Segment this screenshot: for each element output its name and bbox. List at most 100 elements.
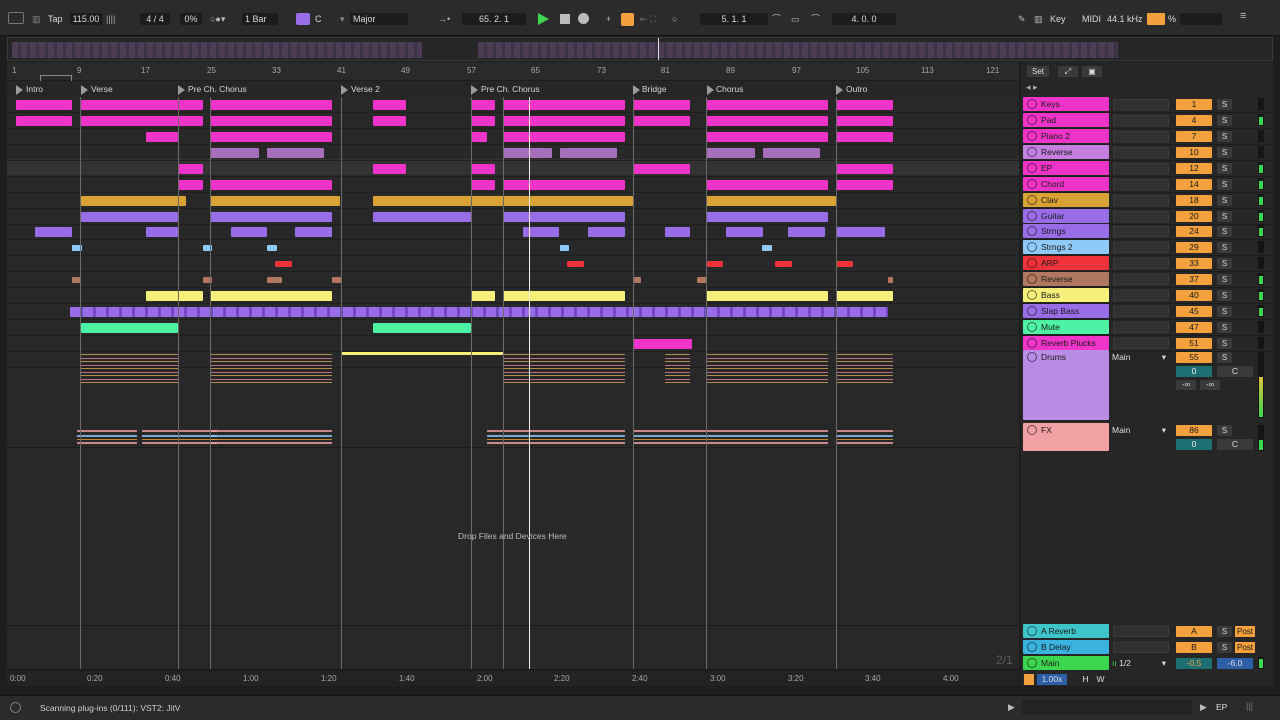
track-activator-icon[interactable] bbox=[1027, 115, 1037, 125]
back-to-arrangement-icon[interactable]: ⇤ ⛶ bbox=[640, 13, 656, 25]
play-small-icon[interactable]: ▶ bbox=[1008, 702, 1015, 713]
clip[interactable] bbox=[560, 148, 617, 158]
track-name[interactable]: Pad bbox=[1023, 113, 1109, 127]
track-activator-icon[interactable] bbox=[1027, 242, 1037, 252]
track-name[interactable]: Reverse bbox=[1023, 272, 1109, 286]
clip[interactable] bbox=[373, 323, 471, 333]
track-activator-icon[interactable] bbox=[1027, 147, 1037, 157]
track-activator-icon[interactable] bbox=[1027, 306, 1037, 316]
drum-clip[interactable] bbox=[81, 354, 178, 384]
clip[interactable] bbox=[81, 196, 186, 206]
track-name[interactable]: Bass bbox=[1023, 288, 1109, 302]
playhead[interactable] bbox=[529, 97, 530, 669]
clip[interactable] bbox=[836, 132, 893, 142]
stop-button[interactable] bbox=[560, 14, 570, 24]
set-button[interactable]: Set bbox=[1027, 66, 1049, 77]
send-a-field[interactable]: -∞ bbox=[1176, 380, 1196, 390]
track-name[interactable]: Piano 2 bbox=[1023, 129, 1109, 143]
track-activator-icon[interactable] bbox=[1027, 179, 1037, 189]
quantize-menu[interactable]: 1 Bar bbox=[242, 13, 278, 25]
midi-map-button[interactable]: MIDI bbox=[1082, 13, 1101, 25]
clip[interactable] bbox=[633, 164, 690, 174]
solo-button[interactable]: S bbox=[1217, 99, 1232, 110]
solo-button[interactable]: S bbox=[1217, 258, 1232, 269]
solo-button[interactable]: S bbox=[1217, 306, 1232, 317]
beat-ruler[interactable]: 1 9 17 25 33 41 49 57 65 73 81 89 97 105… bbox=[7, 62, 1019, 83]
lock-icon[interactable]: ▣ bbox=[1082, 66, 1102, 77]
fx-clip[interactable] bbox=[487, 430, 625, 446]
drum-clip[interactable] bbox=[706, 354, 828, 384]
clip[interactable] bbox=[788, 227, 825, 237]
track-name[interactable]: ARP bbox=[1023, 256, 1109, 270]
track-number[interactable]: 4 bbox=[1176, 115, 1212, 126]
track-activator-icon[interactable] bbox=[1027, 258, 1037, 268]
arrangement-view[interactable]: Drop Files and Devices Here 2/1 bbox=[7, 97, 1019, 669]
track-activator-icon[interactable] bbox=[1027, 658, 1037, 668]
track-io[interactable] bbox=[1113, 163, 1169, 174]
solo-button[interactable]: S bbox=[1217, 626, 1232, 637]
clip[interactable] bbox=[762, 245, 772, 251]
track-io[interactable] bbox=[1113, 626, 1169, 637]
fx-clip[interactable] bbox=[836, 430, 893, 446]
clip[interactable] bbox=[81, 100, 203, 110]
expand-icon[interactable]: ⤢ bbox=[1058, 66, 1078, 77]
track-io[interactable] bbox=[1113, 195, 1169, 206]
solo-button[interactable]: S bbox=[1217, 642, 1232, 653]
track-activator-icon[interactable] bbox=[1027, 131, 1037, 141]
nav-arrows-icon[interactable]: ◂ ▸ bbox=[1026, 82, 1038, 93]
track-io[interactable] bbox=[1113, 642, 1169, 653]
solo-button[interactable]: S bbox=[1217, 211, 1232, 222]
track-io[interactable] bbox=[1113, 322, 1169, 333]
track-io[interactable] bbox=[1113, 290, 1169, 301]
loop-icon[interactable]: ▭ bbox=[791, 13, 800, 25]
play-button[interactable] bbox=[538, 13, 549, 25]
solo-button[interactable]: S bbox=[1217, 352, 1232, 363]
clip[interactable] bbox=[267, 277, 282, 283]
automation-arm-icon[interactable] bbox=[621, 13, 634, 26]
clip[interactable] bbox=[503, 180, 625, 190]
track-number[interactable]: 37 bbox=[1176, 274, 1212, 285]
loop-start-field[interactable]: 5. 1. 1 bbox=[700, 13, 768, 25]
master-output[interactable]: ıı 1/2 ▾ bbox=[1112, 657, 1170, 669]
clip[interactable] bbox=[210, 180, 332, 190]
track-io[interactable] bbox=[1113, 258, 1169, 269]
solo-button[interactable]: S bbox=[1217, 226, 1232, 237]
output-routing[interactable]: Main ▾ bbox=[1112, 424, 1170, 436]
master-volume[interactable]: -0.5 bbox=[1176, 658, 1212, 669]
clip[interactable] bbox=[707, 261, 723, 267]
punch-out-icon[interactable]: ⌒ bbox=[811, 13, 820, 25]
clip[interactable] bbox=[471, 180, 495, 190]
track-activator-icon[interactable] bbox=[1027, 195, 1037, 205]
track-io[interactable] bbox=[1113, 211, 1169, 222]
track-name[interactable]: EP bbox=[1023, 161, 1109, 175]
track-number[interactable]: 45 bbox=[1176, 306, 1212, 317]
drum-clip[interactable] bbox=[341, 352, 503, 355]
clip[interactable] bbox=[836, 116, 893, 126]
follow-icon[interactable]: →• bbox=[438, 13, 450, 25]
solo-button[interactable]: S bbox=[1217, 338, 1232, 349]
track-io[interactable] bbox=[1113, 115, 1169, 126]
solo-button[interactable]: S bbox=[1217, 179, 1232, 190]
drum-clip[interactable] bbox=[836, 354, 893, 384]
clip[interactable] bbox=[16, 116, 72, 126]
locator-label[interactable]: Pre Ch. Chorus bbox=[188, 84, 247, 94]
clip[interactable] bbox=[836, 291, 893, 301]
solo-button[interactable]: S bbox=[1217, 322, 1232, 333]
clip[interactable] bbox=[633, 277, 641, 283]
info-icon[interactable] bbox=[10, 702, 21, 713]
punch-in-icon[interactable]: ⌒ bbox=[772, 13, 781, 25]
clip[interactable] bbox=[706, 148, 755, 158]
track-name[interactable]: Slap Bass bbox=[1023, 304, 1109, 318]
add-icon[interactable]: + bbox=[606, 13, 611, 25]
clip[interactable] bbox=[471, 132, 487, 142]
computer-keyboard-icon[interactable]: ▥ bbox=[1034, 13, 1043, 25]
output-routing[interactable]: Main ▾ bbox=[1112, 351, 1170, 363]
width-toggle[interactable]: W bbox=[1095, 674, 1106, 685]
track-activator-icon[interactable] bbox=[1027, 99, 1037, 109]
menu-icon[interactable]: ≡ bbox=[1240, 10, 1246, 22]
track-io[interactable] bbox=[1113, 242, 1169, 253]
volume-field[interactable]: 0 bbox=[1176, 366, 1212, 377]
time-ruler[interactable]: 0:00 0:20 0:40 1:00 1:20 1:40 2:00 2:20 … bbox=[7, 669, 1019, 686]
track-number[interactable]: 7 bbox=[1176, 131, 1212, 142]
track-activator-icon[interactable] bbox=[1027, 642, 1037, 652]
